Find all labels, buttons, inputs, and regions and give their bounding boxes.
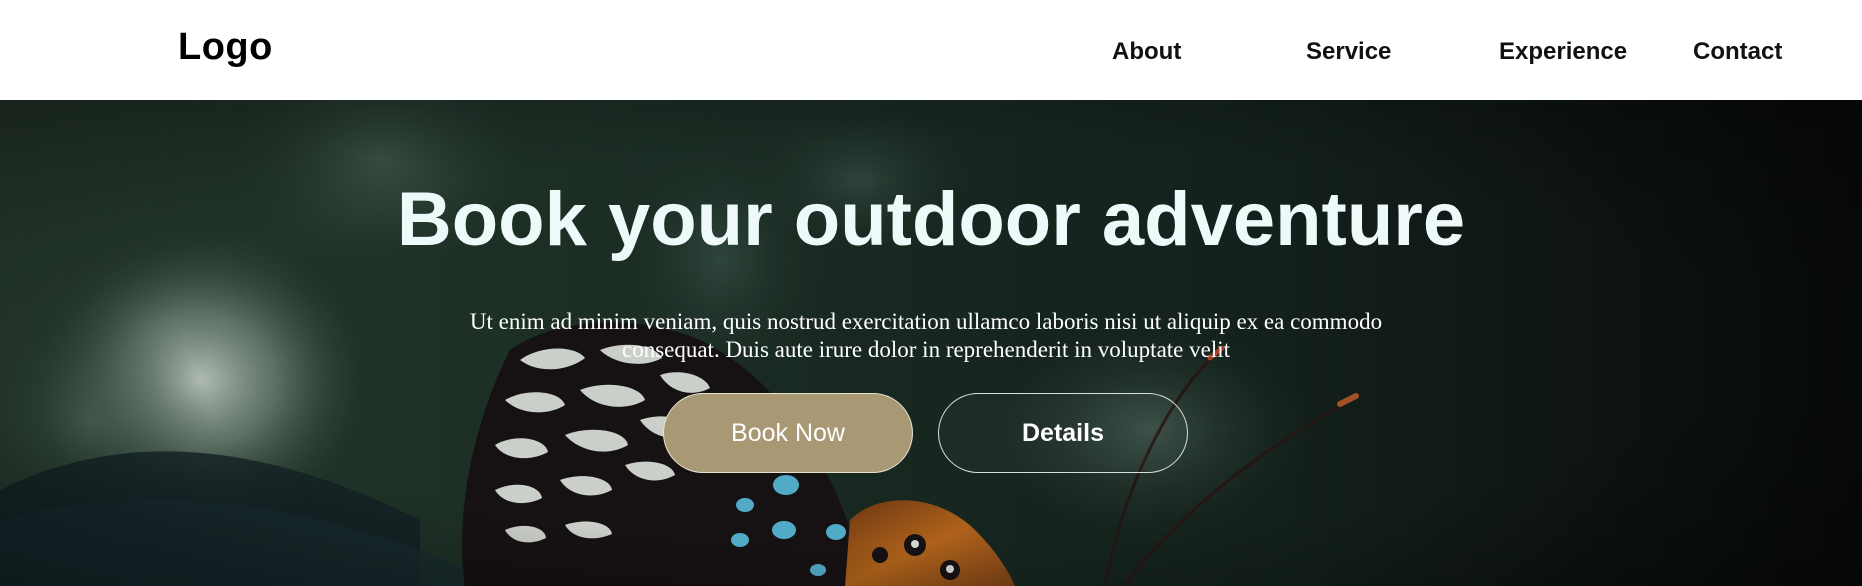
book-now-button[interactable]: Book Now — [663, 393, 913, 473]
nav-link-experience[interactable]: Experience — [1499, 38, 1627, 66]
hero-description: Ut enim ad minim veniam, quis nostrud ex… — [469, 309, 1383, 362]
nav-link-service[interactable]: Service — [1306, 38, 1391, 66]
nav-link-contact[interactable]: Contact — [1693, 38, 1782, 66]
top-navigation-bar: Logo About Service Experience Contact — [0, 0, 1862, 100]
hero-section: Book your outdoor adventure Ut enim ad m… — [0, 100, 1862, 586]
details-button[interactable]: Details — [938, 393, 1188, 473]
hero-title: Book your outdoor adventure — [396, 177, 1466, 262]
logo[interactable]: Logo — [178, 26, 273, 69]
nav-link-about[interactable]: About — [1112, 38, 1181, 66]
